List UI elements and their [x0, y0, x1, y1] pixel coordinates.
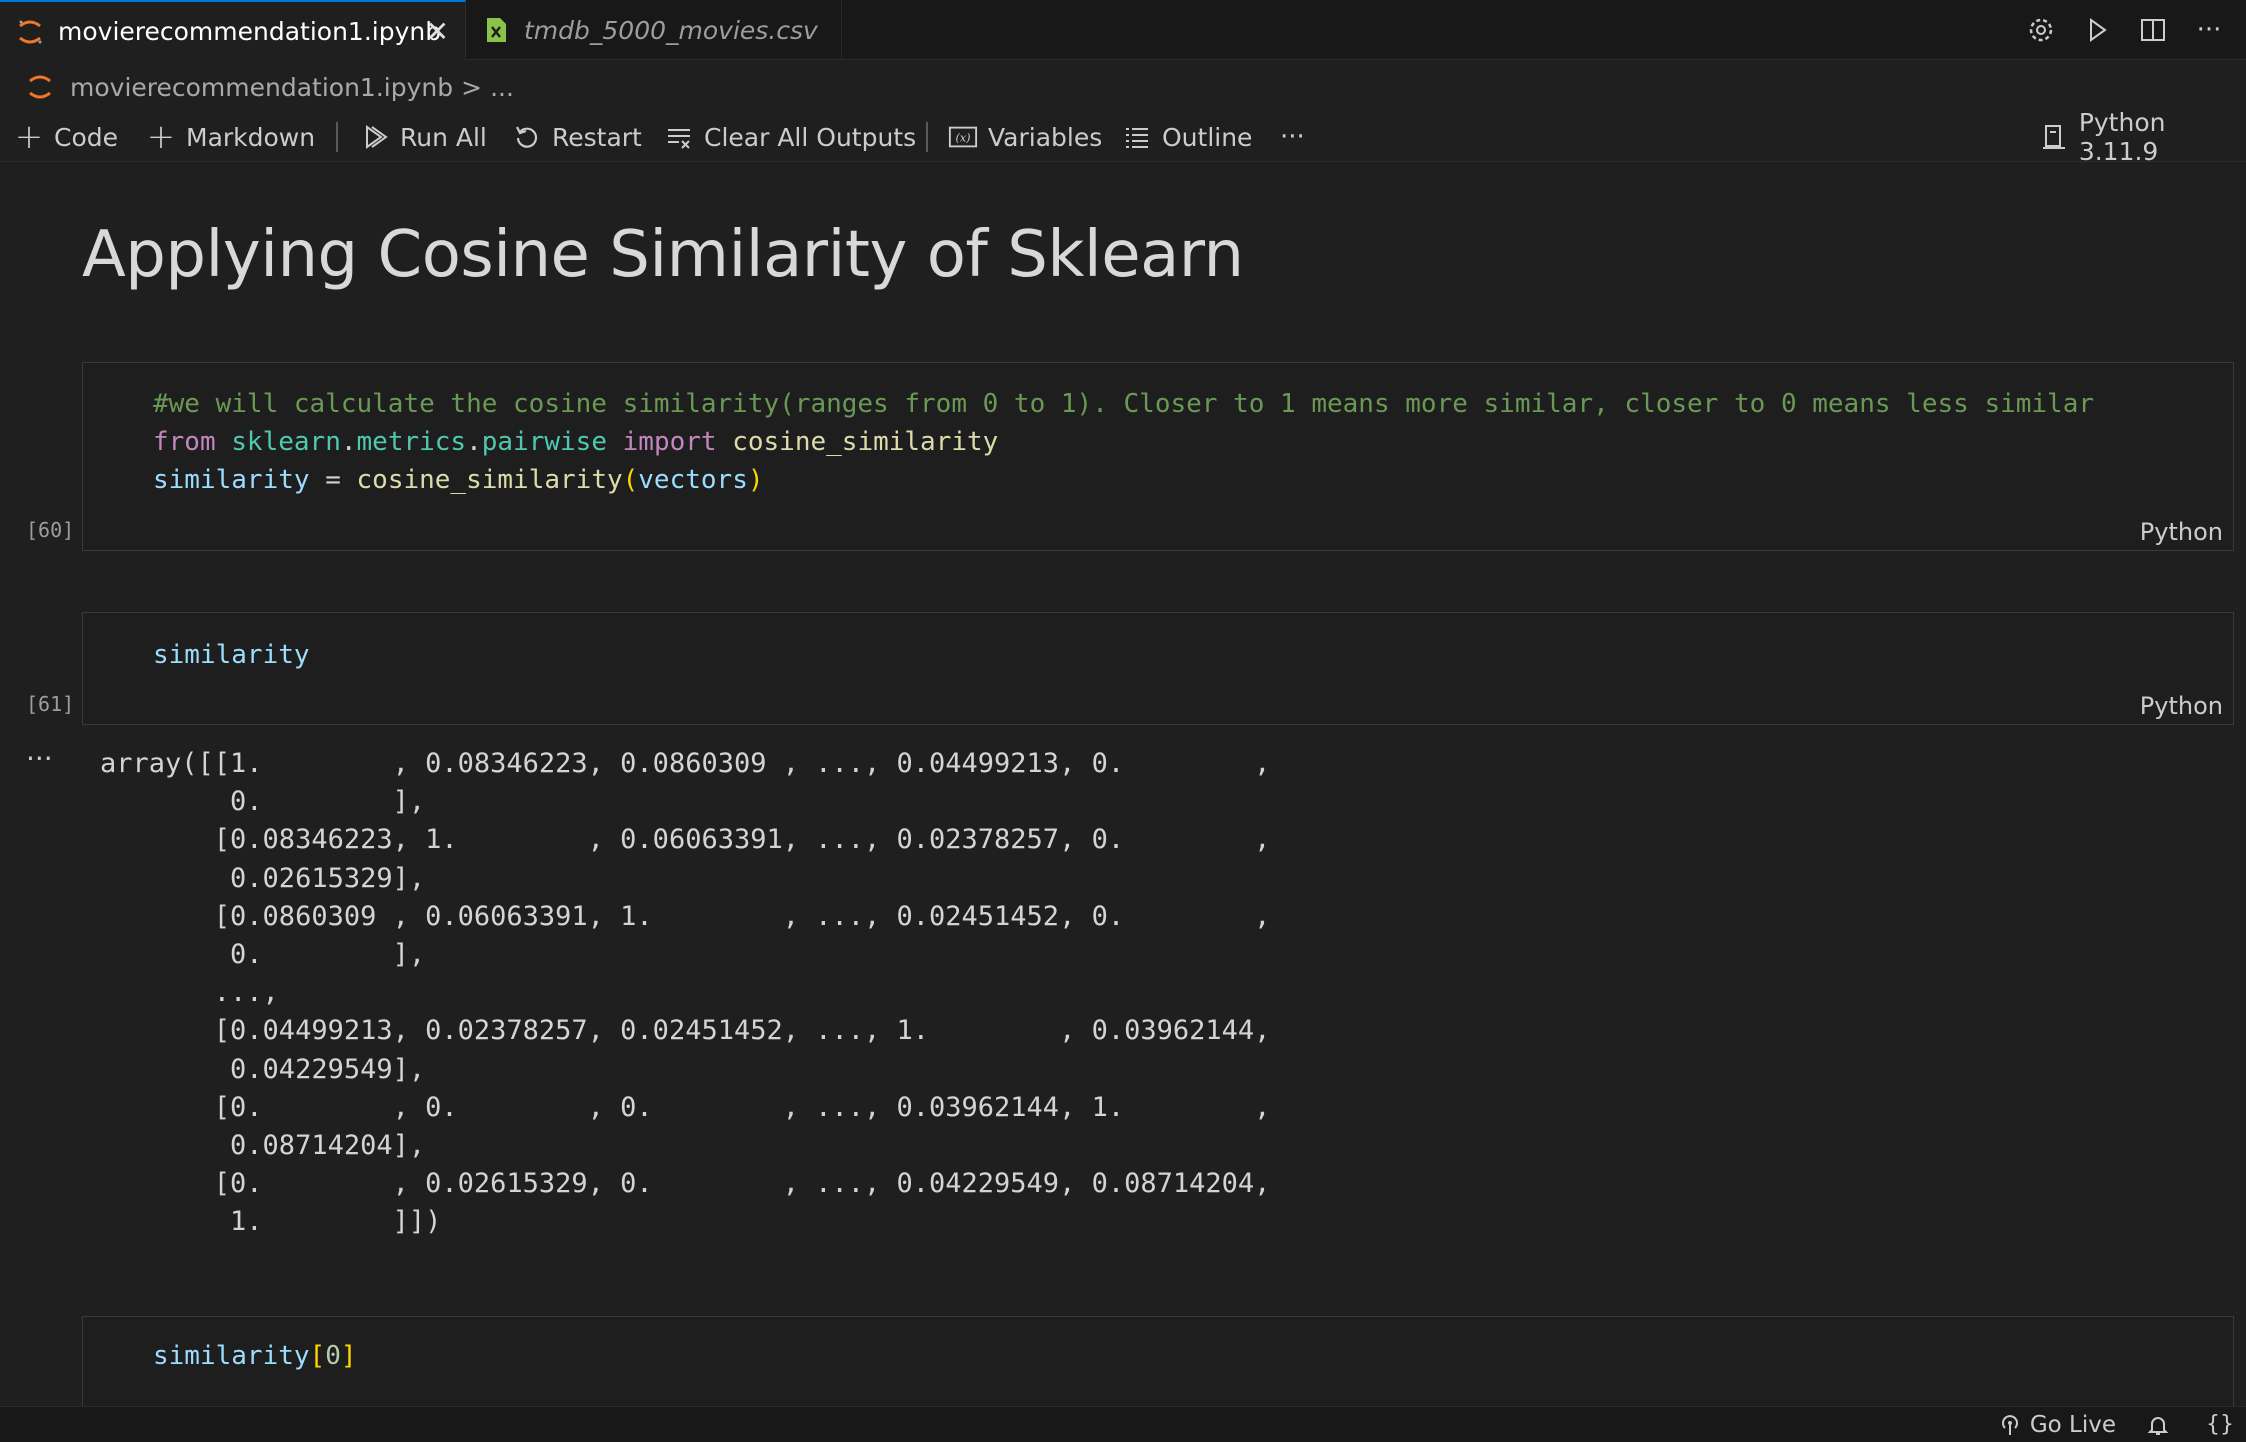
execution-count: [60]: [26, 518, 75, 542]
status-bar: Go Live {}: [0, 1406, 2246, 1442]
code-editor[interactable]: similarity[0]: [153, 1337, 357, 1375]
execution-count: [61]: [26, 692, 75, 716]
breadcrumb: movierecommendation1.ipynb > ...: [0, 66, 514, 108]
restart-icon: [512, 122, 542, 152]
output-actions-icon[interactable]: ···: [26, 742, 53, 775]
jupyter-icon: [19, 20, 42, 43]
cell-language[interactable]: Python: [2140, 692, 2223, 720]
code-line[interactable]: similarity: [153, 636, 310, 674]
outline-button[interactable]: Outline: [1122, 112, 1252, 162]
split-editor-icon[interactable]: [2136, 13, 2170, 47]
markdown-heading: Applying Cosine Similarity of Sklearn: [82, 218, 1244, 292]
code-cell[interactable]: #we will calculate the cosine similarity…: [82, 362, 2234, 551]
add-code-button[interactable]: + Code: [14, 112, 118, 162]
run-all-button[interactable]: Run All: [360, 112, 487, 162]
braces-icon: {}: [2206, 1412, 2234, 1437]
plus-icon: +: [14, 117, 44, 157]
variables-icon: (x): [948, 122, 978, 152]
cell-output: array([[1. , 0.08346223, 0.0860309 , ...…: [100, 748, 1271, 1238]
go-live-button[interactable]: Go Live: [1998, 1412, 2116, 1438]
tab-notebook[interactable]: movierecommendation1.ipynb ✕: [0, 0, 466, 61]
tab-label: tmdb_5000_movies.csv: [524, 15, 818, 45]
cell-language[interactable]: Python: [2140, 518, 2223, 546]
add-markdown-button[interactable]: + Markdown: [146, 112, 315, 162]
plus-icon: +: [146, 117, 176, 157]
csv-file-icon: [487, 18, 506, 42]
tab-label: movierecommendation1.ipynb: [58, 17, 442, 46]
code-line: similarity = cosine_similarity(vectors): [153, 465, 764, 495]
chevron-right-icon: >: [461, 72, 483, 102]
code-editor[interactable]: #we will calculate the cosine similarity…: [153, 385, 2094, 499]
kernel-picker[interactable]: Python 3.11.9: [2040, 108, 2246, 166]
more-icon[interactable]: ···: [2192, 13, 2226, 47]
notifications-button[interactable]: [2146, 1413, 2178, 1437]
toolbar-divider: [926, 122, 928, 152]
language-status-button[interactable]: {}: [2206, 1412, 2240, 1437]
run-all-icon: [360, 122, 390, 152]
code-cell[interactable]: similarity Python: [82, 612, 2234, 725]
close-icon[interactable]: ✕: [426, 15, 449, 48]
server-icon: [2040, 122, 2069, 152]
toolbar-divider: [336, 122, 338, 152]
run-icon[interactable]: [2080, 13, 2114, 47]
tab-actions: ···: [2024, 0, 2246, 60]
broadcast-icon: [1998, 1413, 2022, 1437]
more-actions-button[interactable]: ···: [1280, 112, 1305, 162]
breadcrumb-file[interactable]: movierecommendation1.ipynb: [70, 73, 453, 102]
breadcrumb-rest[interactable]: ...: [490, 73, 514, 102]
more-icon: ···: [1280, 122, 1305, 152]
bell-icon: [2146, 1413, 2170, 1437]
clear-all-icon: [664, 122, 694, 152]
list-icon: [1122, 122, 1152, 152]
variables-button[interactable]: (x) Variables: [948, 112, 1102, 162]
svg-text:(x): (x): [955, 132, 970, 145]
clear-outputs-button[interactable]: Clear All Outputs: [664, 112, 916, 162]
code-line: from sklearn.metrics.pairwise import cos…: [153, 427, 999, 457]
notebook-toolbar: + Code + Markdown Run All Restart Clear …: [0, 108, 2246, 166]
tab-bar: movierecommendation1.ipynb ✕ tmdb_5000_m…: [0, 0, 2246, 61]
tab-csv[interactable]: tmdb_5000_movies.csv: [466, 0, 842, 60]
jupyter-icon: [29, 75, 51, 99]
restart-button[interactable]: Restart: [512, 112, 642, 162]
code-line: #we will calculate the cosine similarity…: [153, 389, 2095, 419]
gear-icon[interactable]: [2024, 13, 2058, 47]
